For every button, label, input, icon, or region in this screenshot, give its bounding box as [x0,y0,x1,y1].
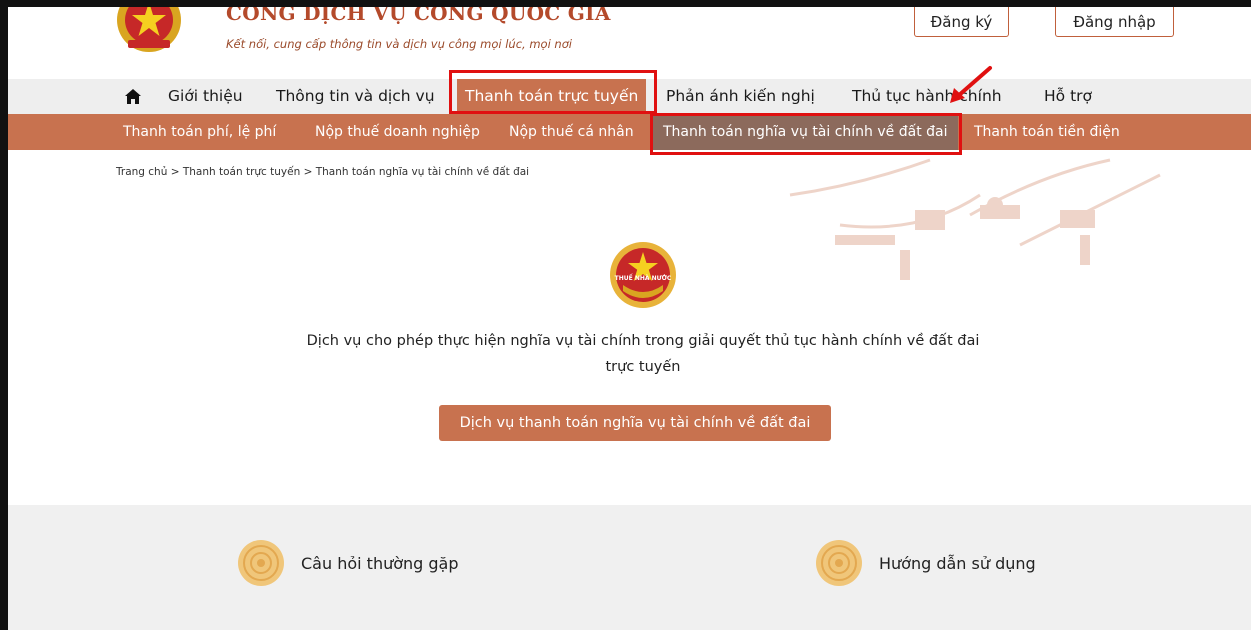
tax-department-emblem: THUẾ NHÀ NƯỚC [610,242,676,308]
medallion-icon [816,540,862,586]
user-guide-link[interactable]: Hướng dẫn sử dụng [815,539,1036,587]
nav-item-ho-tro[interactable]: Hỗ trợ [1044,79,1092,114]
subnav-item-tien-dien[interactable]: Thanh toán tiền điện [974,114,1120,150]
medallion-icon [238,540,284,586]
nav-item-thong-tin-dich-vu[interactable]: Thông tin và dịch vụ [276,79,435,114]
national-emblem-logo[interactable] [114,7,184,55]
highlight-box-sub-nav [650,113,962,155]
highlight-box-main-nav [449,70,657,114]
description-line-1: Dịch vụ cho phép thực hiện nghĩa vụ tài … [306,333,980,349]
footer: Câu hỏi thường gặp Hướng dẫn sử dụng [8,505,1251,630]
subnav-item-thue-doanh-nghiep[interactable]: Nộp thuế doanh nghiệp [315,114,480,150]
sub-nav: Thanh toán phí, lệ phí Nộp thuế doanh ng… [8,114,1251,150]
user-guide-label: Hướng dẫn sử dụng [879,553,1036,573]
faq-link[interactable]: Câu hỏi thường gặp [237,539,459,587]
description-line-2: trực tuyến [605,359,681,375]
site-title[interactable]: CỔNG DỊCH VỤ CÔNG QUỐC GIA [226,7,611,25]
decorative-bird-pattern [789,158,1161,280]
nav-item-phan-anh-kien-nghi[interactable]: Phản ánh kiến nghị [666,79,815,114]
login-button[interactable]: Đăng nhập [1055,7,1174,37]
faq-label: Câu hỏi thường gặp [301,553,459,573]
emblem-text: THUẾ NHÀ NƯỚC [615,274,672,282]
site-tagline: Kết nối, cung cấp thông tin và dịch vụ c… [226,37,572,51]
nav-item-gioi-thieu[interactable]: Giới thiệu [168,79,243,114]
breadcrumb[interactable]: Trang chủ > Thanh toán trực tuyến > Than… [116,166,529,178]
header: CỔNG DỊCH VỤ CÔNG QUỐC GIA Kết nối, cung… [8,7,1251,79]
service-description: Dịch vụ cho phép thực hiện nghĩa vụ tài … [300,328,986,380]
land-payment-service-button[interactable]: Dịch vụ thanh toán nghĩa vụ tài chính về… [439,405,831,441]
subnav-item-phi-le-phi[interactable]: Thanh toán phí, lệ phí [123,114,276,150]
red-arrow-annotation [950,66,992,103]
subnav-item-thue-ca-nhan[interactable]: Nộp thuế cá nhân [509,114,634,150]
home-icon[interactable] [124,88,142,105]
register-button[interactable]: Đăng ký [914,7,1009,37]
